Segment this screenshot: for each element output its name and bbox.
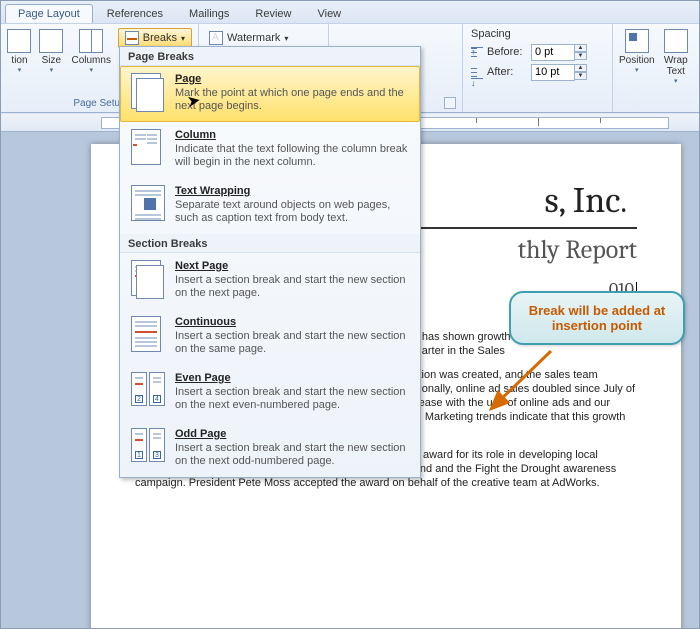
spacing-before-input[interactable]: ▲▼ xyxy=(531,44,587,61)
spin-up-icon[interactable]: ▲ xyxy=(575,44,587,52)
ribbon-tabs: Page Layout References Mailings Review V… xyxy=(1,1,699,23)
spacing-after-input[interactable]: ▲▼ xyxy=(531,64,587,81)
break-option-text-wrapping[interactable]: Text Wrapping Separate text around objec… xyxy=(120,178,420,234)
continuous-icon xyxy=(131,316,161,352)
chevron-down-icon: ▾ xyxy=(284,34,288,43)
break-option-even-page[interactable]: 2 4 Even Page Insert a section break and… xyxy=(120,365,420,421)
spin-down-icon[interactable]: ▼ xyxy=(575,72,587,80)
wrap-text-label: Wrap Text xyxy=(661,55,691,77)
break-option-page[interactable]: Page Mark the point at which one page en… xyxy=(120,66,420,122)
tab-review[interactable]: Review xyxy=(243,5,303,23)
breaks-label: Breaks xyxy=(143,32,177,44)
breaks-icon xyxy=(125,31,139,45)
dialog-launcher-icon[interactable] xyxy=(444,97,456,109)
option-title: Continuous xyxy=(175,316,409,328)
wrap-text-icon xyxy=(664,29,688,53)
option-title: Even Page xyxy=(175,372,409,384)
option-desc: Insert a section break and start the new… xyxy=(175,274,409,300)
text-wrapping-icon xyxy=(131,185,165,221)
group-label-arrange xyxy=(619,96,691,112)
option-title: Odd Page xyxy=(175,428,409,440)
option-title: Column xyxy=(175,129,409,141)
option-desc: Insert a section break and start the new… xyxy=(175,386,409,412)
spacing-before-label: Before: xyxy=(487,46,527,58)
spacing-header: Spacing xyxy=(469,26,606,42)
size-icon xyxy=(39,29,63,53)
option-desc: Insert a section break and start the new… xyxy=(175,442,409,468)
break-option-odd-page[interactable]: 1 3 Odd Page Insert a section break and … xyxy=(120,421,420,477)
chevron-down-icon: ▾ xyxy=(18,68,22,74)
dropdown-section-page-breaks: Page Breaks xyxy=(120,47,420,66)
column-break-icon xyxy=(131,129,161,165)
spacing-after-label: After: xyxy=(487,66,527,78)
option-desc: Insert a section break and start the new… xyxy=(175,330,409,356)
orientation-button[interactable]: tion ▾ xyxy=(7,26,32,74)
position-icon xyxy=(625,29,649,53)
odd-page-icon: 3 xyxy=(149,428,165,462)
spin-up-icon[interactable]: ▲ xyxy=(575,64,587,72)
chevron-down-icon: ▾ xyxy=(50,68,54,74)
even-page-icon: 4 xyxy=(149,372,165,406)
position-label: Position xyxy=(619,55,655,66)
wrap-text-button[interactable]: Wrap Text ▾ xyxy=(661,26,691,85)
break-option-column[interactable]: Column Indicate that the text following … xyxy=(120,122,420,178)
chevron-down-icon: ▾ xyxy=(89,68,93,74)
break-option-next-page[interactable]: Next Page Insert a section break and sta… xyxy=(120,253,420,309)
spacing-before-icon: ↑ xyxy=(469,45,483,59)
option-title: Next Page xyxy=(175,260,409,272)
even-page-icon: 2 xyxy=(131,372,147,406)
watermark-label: Watermark xyxy=(227,32,280,44)
page-break-icon xyxy=(131,73,161,109)
columns-button[interactable]: Columns ▾ xyxy=(71,26,112,74)
orientation-label: tion xyxy=(11,55,27,66)
option-desc: Mark the point at which one page ends an… xyxy=(175,87,409,113)
breaks-dropdown: Page Breaks Page Mark the point at which… xyxy=(119,46,421,478)
watermark-icon xyxy=(209,31,223,45)
option-title: Text Wrapping xyxy=(175,185,409,197)
watermark-button[interactable]: Watermark ▾ xyxy=(205,28,292,48)
chevron-down-icon: ▾ xyxy=(635,68,639,74)
option-desc: Separate text around objects on web page… xyxy=(175,199,409,225)
chevron-down-icon: ▾ xyxy=(674,79,678,85)
odd-page-icon: 1 xyxy=(131,428,147,462)
next-page-icon xyxy=(131,260,161,296)
size-label: Size xyxy=(42,55,61,66)
position-button[interactable]: Position ▾ xyxy=(619,26,655,74)
chevron-down-icon: ▾ xyxy=(181,34,185,43)
annotation-callout: Break will be added at insertion point xyxy=(509,291,685,345)
size-button[interactable]: Size ▾ xyxy=(38,26,65,74)
tab-view[interactable]: View xyxy=(305,5,353,23)
spin-down-icon[interactable]: ▼ xyxy=(575,52,587,60)
dropdown-section-section-breaks: Section Breaks xyxy=(120,234,420,253)
orientation-icon xyxy=(7,29,31,53)
columns-icon xyxy=(79,29,103,53)
breaks-button[interactable]: Breaks ▾ xyxy=(118,28,192,48)
option-desc: Indicate that the text following the col… xyxy=(175,143,409,169)
option-title: Page xyxy=(175,73,409,85)
tab-page-layout[interactable]: Page Layout xyxy=(5,4,93,23)
columns-label: Columns xyxy=(71,55,110,66)
spacing-after-icon: ↓ xyxy=(469,65,483,79)
tab-references[interactable]: References xyxy=(95,5,175,23)
break-option-continuous[interactable]: Continuous Insert a section break and st… xyxy=(120,309,420,365)
annotation-arrow-icon xyxy=(481,351,561,434)
tab-mailings[interactable]: Mailings xyxy=(177,5,241,23)
